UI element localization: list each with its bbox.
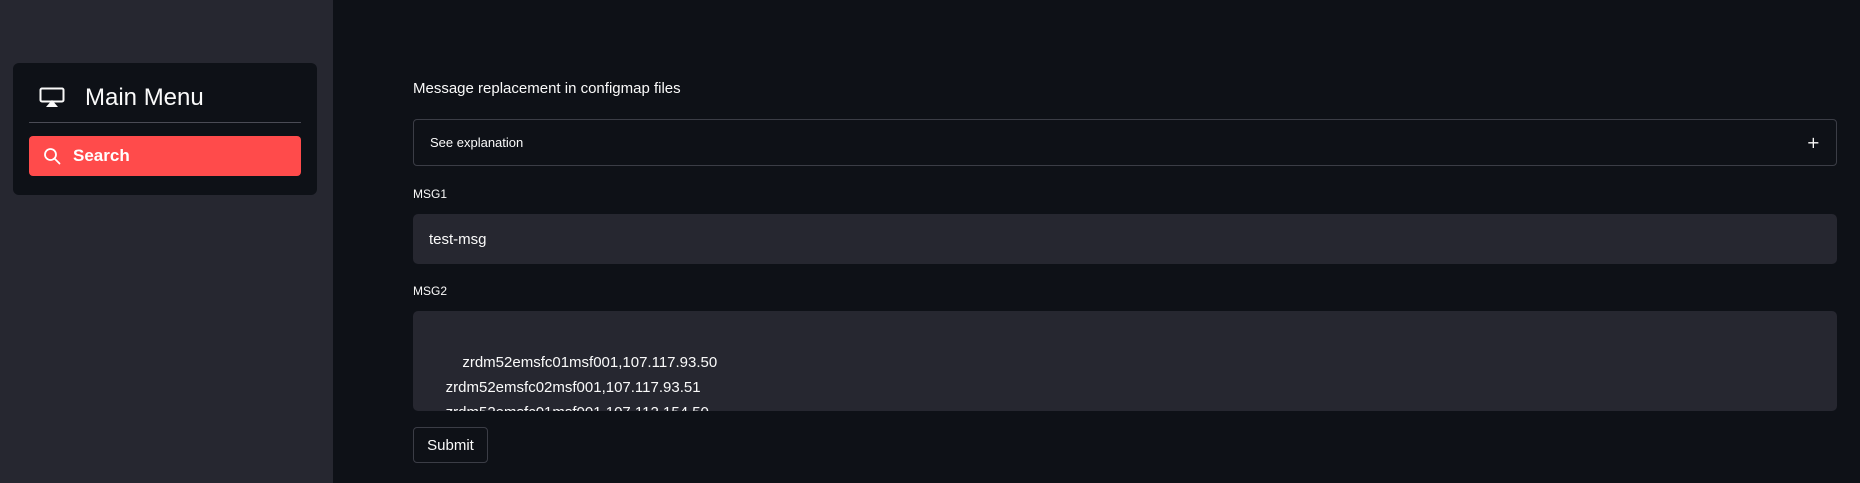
- menu-header: Main Menu: [39, 81, 204, 115]
- plus-icon: +: [1806, 133, 1820, 152]
- cast-icon: [39, 87, 65, 109]
- msg2-textarea[interactable]: zrdm52emsfc01msf001,107.117.93.50 zrdm52…: [413, 311, 1837, 411]
- page-label: Message replacement in configmap files: [413, 80, 681, 97]
- app: Main Menu Search Message replacement in …: [0, 0, 1860, 483]
- expander-label: See explanation: [430, 135, 524, 150]
- main-content: Message replacement in configmap files S…: [333, 0, 1860, 483]
- menu-divider: [29, 122, 301, 123]
- menu-item-search[interactable]: Search: [29, 136, 301, 176]
- menu-title: Main Menu: [85, 84, 204, 111]
- msg1-label: MSG1: [413, 187, 448, 201]
- explanation-expander[interactable]: See explanation +: [413, 119, 1837, 166]
- sidebar: Main Menu Search: [0, 0, 333, 483]
- msg1-input[interactable]: [413, 214, 1837, 264]
- resize-grip-icon[interactable]: [1827, 401, 1835, 409]
- main-menu: Main Menu Search: [13, 63, 317, 195]
- menu-item-label: Search: [73, 146, 130, 165]
- search-icon: [43, 147, 61, 165]
- msg2-label: MSG2: [413, 284, 448, 298]
- msg2-value: zrdm52emsfc01msf001,107.117.93.50 zrdm52…: [445, 354, 718, 411]
- submit-button[interactable]: Submit: [413, 427, 488, 463]
